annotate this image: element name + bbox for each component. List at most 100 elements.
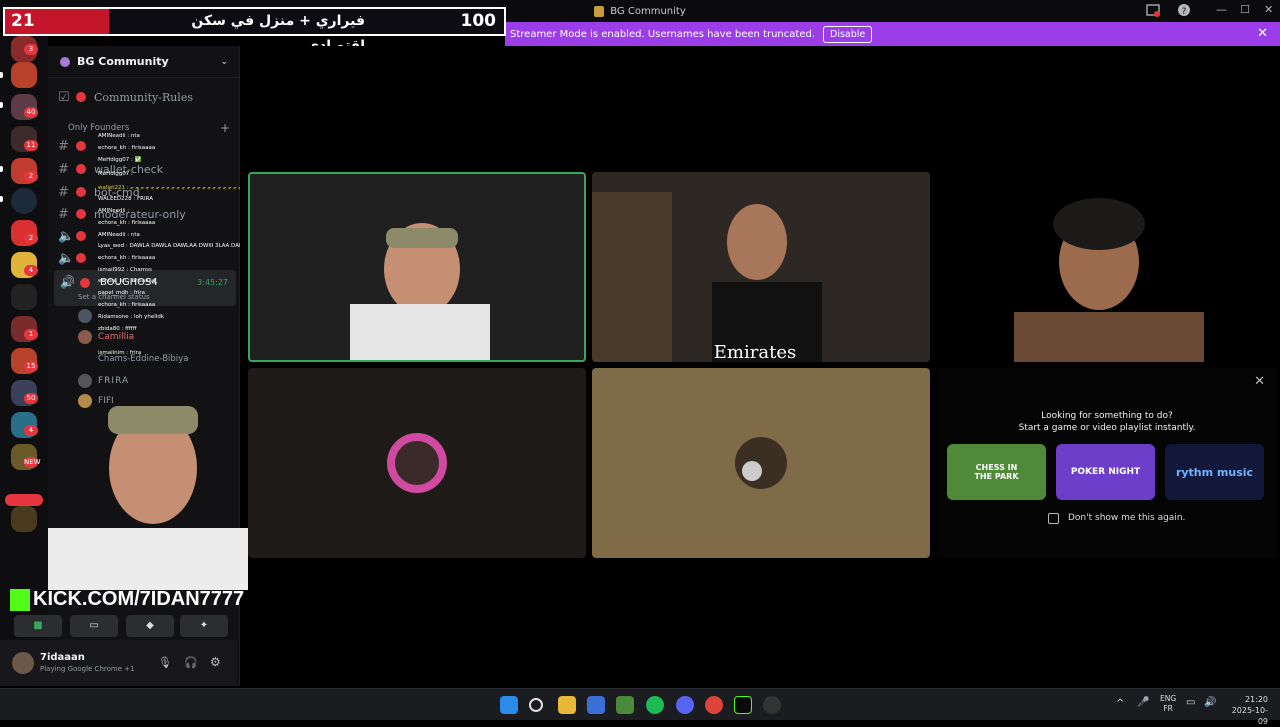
time: 21:20 bbox=[1244, 695, 1268, 704]
video-tile-avatar[interactable] bbox=[248, 368, 586, 558]
voice-member[interactable]: Camillia bbox=[78, 330, 134, 344]
file-explorer-icon[interactable] bbox=[558, 696, 576, 714]
maximize-icon[interactable]: ☐ bbox=[1240, 3, 1250, 16]
category-only-founders[interactable]: Only Founders + bbox=[58, 118, 236, 138]
hash-icon: # bbox=[58, 138, 69, 154]
kick-channel-overlay: KICK.COM/7IDAN7777 bbox=[10, 588, 244, 611]
server-icon[interactable] bbox=[11, 506, 37, 532]
speaker-active-icon: 🔊 bbox=[60, 275, 75, 289]
unread-pip bbox=[0, 196, 3, 202]
lang-top: ENG bbox=[1160, 694, 1177, 703]
chess-activity-card[interactable]: CHESS IN THE PARK bbox=[947, 444, 1046, 500]
member-name: Camillia bbox=[98, 332, 135, 342]
start-menu-icon[interactable] bbox=[500, 696, 518, 714]
chat-line: echora_kh : firisaaaa bbox=[98, 220, 156, 226]
help-icon[interactable]: ? bbox=[1177, 3, 1191, 20]
dont-show-label: Don't show me this again. bbox=[1068, 513, 1186, 523]
channel-community-rules[interactable]: ☑ Community-Rules bbox=[58, 87, 236, 107]
app-icon[interactable] bbox=[763, 696, 781, 714]
hash-icon: # bbox=[58, 184, 69, 200]
username: 7idaaan bbox=[40, 652, 85, 663]
svg-text:?: ? bbox=[1182, 7, 1187, 17]
blocked-icon bbox=[76, 92, 86, 102]
server-name: BG Community bbox=[77, 55, 169, 68]
mention-badge: 4 bbox=[24, 265, 38, 276]
mention-badge: 15 bbox=[24, 361, 38, 372]
disable-streamer-mode-button[interactable]: Disable bbox=[823, 25, 873, 43]
blocked-icon bbox=[76, 209, 86, 219]
activity-button[interactable]: ◆ bbox=[126, 615, 174, 637]
server-header[interactable]: BG Community ⌄ bbox=[48, 46, 240, 78]
close-popup-icon[interactable]: ✕ bbox=[1254, 374, 1265, 389]
mention-badge: 2 bbox=[24, 233, 38, 244]
rythm-activity-card[interactable]: rythm music bbox=[1165, 444, 1264, 500]
poker-activity-card[interactable]: POKER NIGHT bbox=[1056, 444, 1155, 500]
volume-icon[interactable]: 🔊 bbox=[1204, 697, 1216, 708]
dont-show-checkbox[interactable] bbox=[1048, 513, 1059, 524]
activity-popup: ✕ Looking for something to do? Start a g… bbox=[937, 368, 1277, 558]
chat-line: papel_mdh : frira bbox=[98, 290, 146, 296]
chat-line: zbida80 : ffffff bbox=[98, 326, 137, 332]
microphone-tray-icon[interactable]: 🎤 bbox=[1137, 697, 1149, 708]
spotify-icon[interactable] bbox=[646, 696, 664, 714]
chat-line: echora_kh : firisaaaa bbox=[98, 145, 156, 151]
mention-badge: 50 bbox=[24, 393, 38, 404]
voice-channel-timer: 3:45:27 bbox=[197, 278, 228, 287]
store-icon[interactable] bbox=[587, 696, 605, 714]
chrome-icon[interactable] bbox=[705, 696, 723, 714]
app-icon[interactable] bbox=[616, 696, 634, 714]
chat-line: AMINeadii : nta bbox=[98, 232, 140, 238]
channel-label: Community-Rules bbox=[94, 90, 193, 104]
search-icon[interactable] bbox=[529, 698, 543, 712]
kick-logo-icon bbox=[10, 588, 30, 611]
add-channel-icon[interactable]: + bbox=[220, 121, 230, 135]
microphone-icon[interactable]: 🎙 bbox=[158, 656, 172, 669]
webcam-overlay bbox=[38, 378, 250, 590]
streamer-mode-banner: Streamer Mode is enabled. Usernames have… bbox=[505, 22, 1280, 46]
blocked-icon bbox=[76, 187, 86, 197]
goal-title: فيراري + منزل في سكن اقتصادي bbox=[191, 13, 365, 54]
video-tile-avatar[interactable] bbox=[592, 368, 930, 558]
close-window-icon[interactable]: ✕ bbox=[1264, 3, 1273, 16]
minimize-icon[interactable]: — bbox=[1216, 3, 1227, 16]
screen-share-button[interactable]: ▭ bbox=[70, 615, 118, 637]
avatar bbox=[78, 309, 92, 323]
camera-button[interactable]: ■ bbox=[14, 615, 62, 637]
chat-line: echora_kh : firisaaaa bbox=[98, 302, 156, 308]
blocked-icon bbox=[76, 164, 86, 174]
avatar[interactable] bbox=[12, 652, 34, 674]
stake-server-icon[interactable] bbox=[11, 188, 37, 214]
chevron-up-icon[interactable]: ^ bbox=[1116, 698, 1124, 709]
network-icon[interactable]: ▭ bbox=[1186, 697, 1195, 708]
windows-taskbar: ^ 🎤 ENG FR ▭ 🔊 21:20 2025-10-09 bbox=[0, 688, 1280, 726]
chat-line: ismail992 : Chamss bbox=[98, 267, 152, 273]
video-tile[interactable]: Emirates bbox=[592, 172, 930, 362]
settings-gear-icon[interactable]: ⚙ bbox=[210, 655, 221, 669]
card-label: rythm music bbox=[1175, 465, 1254, 479]
svg-text:Emirates: Emirates bbox=[714, 342, 796, 362]
server-icon[interactable] bbox=[11, 284, 37, 310]
channel-wallet-check[interactable]: # wallet-check bbox=[58, 159, 236, 179]
mention-badge: 1 bbox=[24, 329, 38, 340]
active-voice-channel[interactable]: 🔊 BOUGHOS4 3:45:27 Set a channel status bbox=[54, 270, 236, 306]
discord-taskbar-icon[interactable] bbox=[676, 696, 694, 714]
card-label: CHESS IN THE PARK bbox=[974, 463, 1019, 481]
kick-app-icon[interactable] bbox=[734, 696, 752, 714]
unread-pip bbox=[0, 166, 3, 172]
server-icon[interactable] bbox=[11, 62, 37, 88]
mention-badge: 40 bbox=[24, 107, 38, 118]
rules-icon: ☑ bbox=[58, 89, 70, 105]
language-indicator[interactable]: ENG FR bbox=[1160, 694, 1176, 714]
video-tile-speaking[interactable] bbox=[248, 172, 586, 362]
close-banner-icon[interactable]: ✕ bbox=[1257, 26, 1268, 41]
clock[interactable]: 21:20 2025-10-09 bbox=[1226, 694, 1268, 727]
inbox-icon[interactable] bbox=[1146, 3, 1160, 20]
mention-badge: NEW bbox=[24, 457, 41, 468]
hash-icon: # bbox=[58, 206, 69, 222]
video-tile[interactable] bbox=[934, 172, 1272, 362]
popup-heading: Looking for something to do? bbox=[1041, 411, 1173, 421]
voice-controls: ■ ▭ ◆ ✦ bbox=[14, 615, 234, 637]
chat-line: MeHdigg07 : bbox=[98, 171, 133, 177]
soundboard-button[interactable]: ✦ bbox=[180, 615, 228, 637]
headphones-icon[interactable]: 🎧 bbox=[184, 656, 198, 669]
